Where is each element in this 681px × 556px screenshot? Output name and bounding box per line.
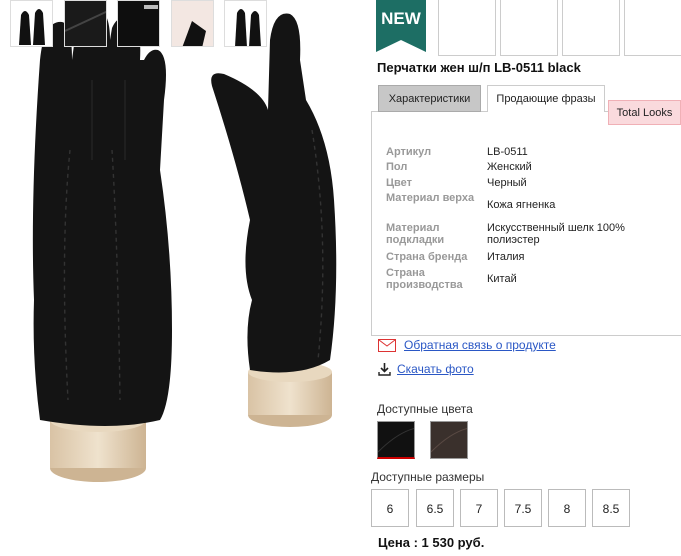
spec-value-lining-material: Искусственный шелк 100% полиэстер: [487, 222, 625, 246]
strip-thumb-4[interactable]: [624, 0, 681, 56]
thumbnail-3[interactable]: [117, 0, 160, 47]
size-option-7[interactable]: 7: [460, 489, 498, 527]
feedback-link[interactable]: Обратная связь о продукте: [404, 338, 556, 352]
tab-selling-phrases[interactable]: Продающие фразы: [487, 85, 605, 112]
new-badge: NEW: [376, 0, 434, 56]
product-main-image[interactable]: [0, 0, 371, 500]
spec-value-brand-country: Италия: [487, 251, 525, 263]
size-option-6-5[interactable]: 6.5: [416, 489, 454, 527]
spec-value-color: Черный: [487, 177, 527, 189]
spec-key-article: Артикул: [386, 146, 432, 158]
spec-key-upper-material: Материал верха: [386, 192, 475, 204]
tab-characteristics[interactable]: Характеристики: [378, 85, 481, 112]
spec-value-upper-material: Кожа ягненка: [487, 199, 556, 211]
size-option-6[interactable]: 6: [371, 489, 409, 527]
tab-total-looks[interactable]: Total Looks: [608, 100, 681, 125]
product-title: Перчатки жен ш/п LB-0511 black: [377, 60, 581, 75]
thumbnail-1[interactable]: [10, 0, 53, 47]
color-swatch-black[interactable]: [377, 421, 415, 459]
spec-value-gender: Женский: [487, 161, 532, 173]
thumbnail-5[interactable]: [224, 0, 267, 47]
spec-key-brand-country: Страна бренда: [386, 251, 468, 263]
spec-key-production-country: Страна производства: [386, 267, 463, 291]
badge-label: NEW: [381, 9, 421, 28]
spec-value-production-country: Китай: [487, 273, 517, 285]
spec-key-gender: Пол: [386, 161, 408, 173]
spec-key-lining-material: Материал подкладки: [386, 222, 445, 246]
size-option-8-5[interactable]: 8.5: [592, 489, 630, 527]
spec-value-article: LB-0511: [487, 146, 528, 158]
size-option-7-5[interactable]: 7.5: [504, 489, 542, 527]
strip-thumb-2[interactable]: [500, 0, 558, 56]
product-price: Цена : 1 530 руб.: [378, 535, 485, 550]
thumbnail-2[interactable]: [64, 0, 107, 47]
download-icon: [378, 363, 391, 376]
sizes-label: Доступные размеры: [371, 470, 485, 484]
strip-thumb-1[interactable]: [438, 0, 496, 56]
strip-thumb-3[interactable]: [562, 0, 620, 56]
envelope-icon: [378, 339, 396, 352]
colors-label: Доступные цвета: [377, 402, 473, 416]
color-swatch-dark-brown[interactable]: [430, 421, 468, 459]
spec-key-color: Цвет: [386, 177, 413, 189]
thumbnail-4[interactable]: [171, 0, 214, 47]
download-photo-link[interactable]: Скачать фото: [397, 362, 474, 376]
size-option-8[interactable]: 8: [548, 489, 586, 527]
